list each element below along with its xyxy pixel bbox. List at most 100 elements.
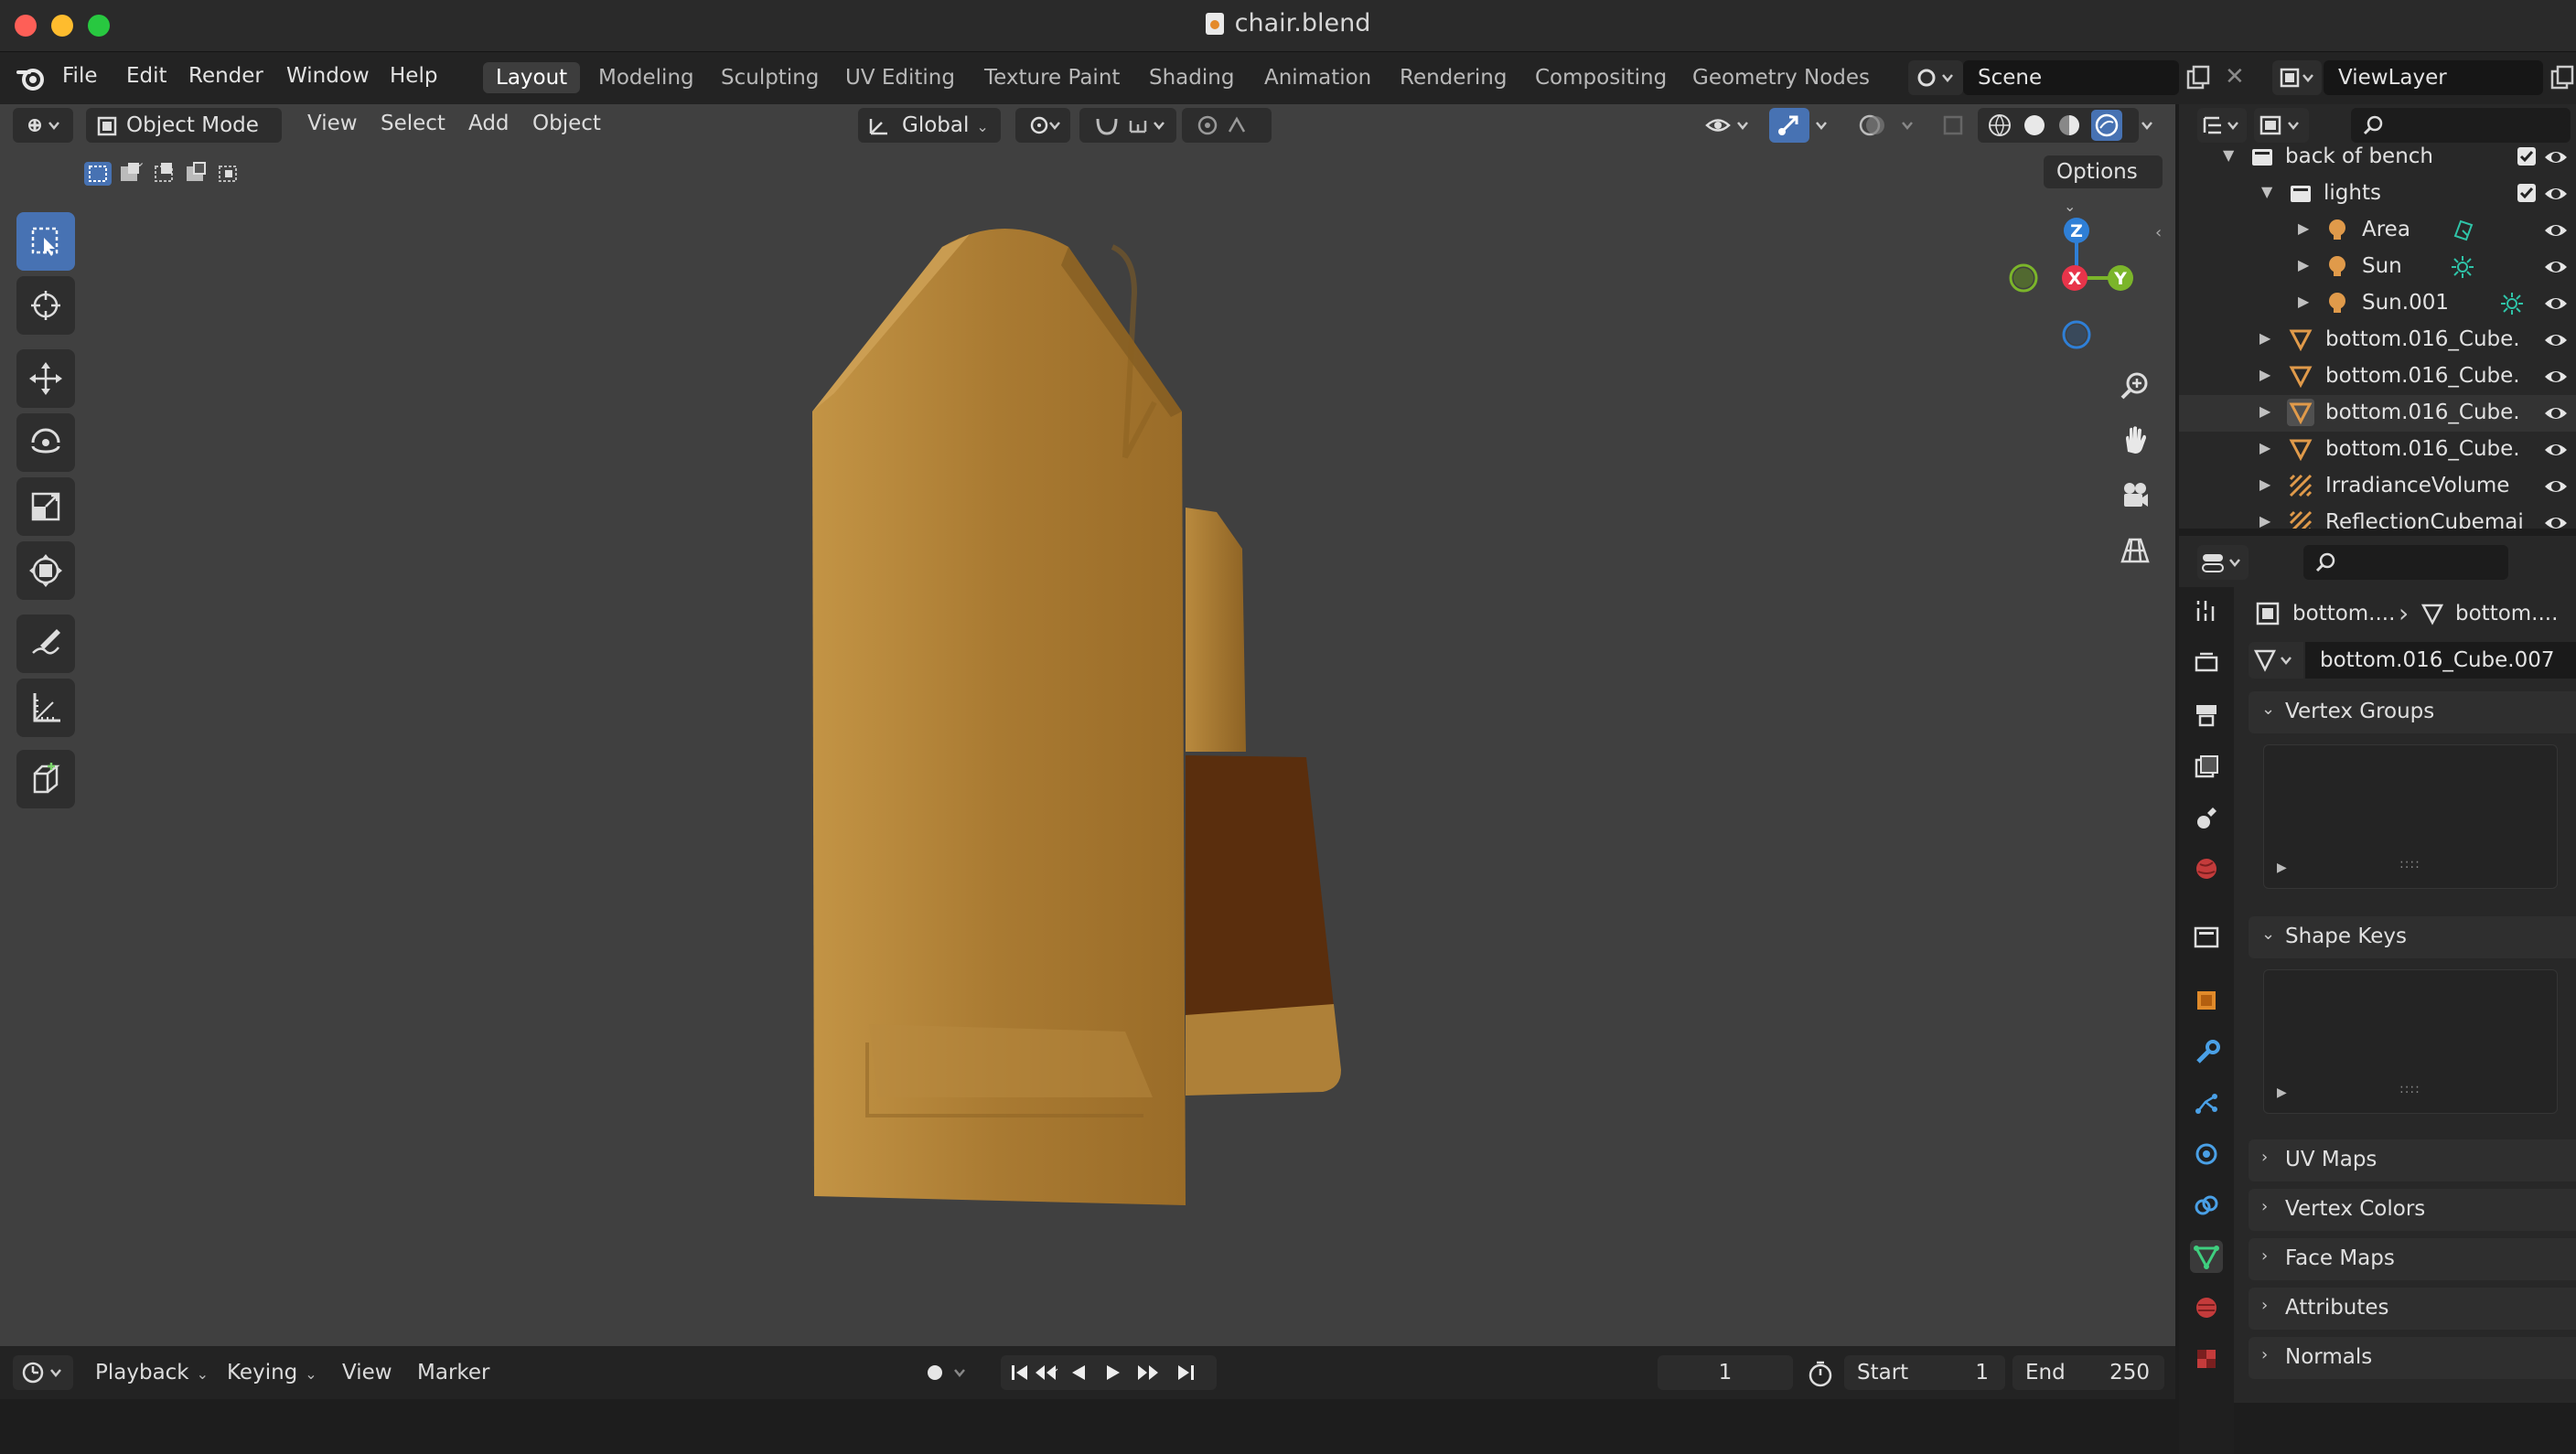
menu-window[interactable]: Window bbox=[286, 64, 370, 88]
move-tool[interactable] bbox=[16, 349, 75, 408]
xray-toggle[interactable] bbox=[1937, 108, 1970, 143]
tab-animation[interactable]: Animation bbox=[1251, 62, 1384, 93]
scale-tool[interactable] bbox=[16, 477, 75, 536]
object-mode-dropdown[interactable]: Object Mode⌄ bbox=[86, 108, 282, 170]
panel-normals[interactable]: › Normals bbox=[2249, 1337, 2576, 1379]
view-layer-browse-button[interactable] bbox=[2272, 60, 2322, 95]
visibility-eye-icon[interactable] bbox=[2543, 437, 2569, 463]
3d-viewport[interactable]: Object Mode⌄ View Select Add Object Glob… bbox=[0, 104, 2179, 1346]
menu-help[interactable]: Help bbox=[390, 64, 437, 88]
visibility-eye-icon[interactable] bbox=[2543, 291, 2569, 316]
object-tab-icon[interactable] bbox=[2190, 984, 2223, 1017]
tab-rendering[interactable]: Rendering bbox=[1387, 62, 1519, 93]
outliner-row-mesh-active[interactable]: ▶ bottom.016_Cube. bbox=[2179, 395, 2576, 432]
view-layer-tab-icon[interactable] bbox=[2190, 750, 2223, 783]
panel-attributes[interactable]: › Attributes bbox=[2249, 1288, 2576, 1330]
expand-arrow-icon[interactable]: ▶ bbox=[2277, 861, 2287, 875]
add-cube-tool[interactable] bbox=[16, 750, 75, 808]
editor-type-button[interactable] bbox=[13, 108, 73, 143]
scene-tab-icon[interactable] bbox=[2190, 801, 2223, 834]
collection-tab-icon[interactable] bbox=[2190, 920, 2223, 953]
navigation-gizmo[interactable]: Z Y X bbox=[2003, 212, 2159, 368]
pivot-point-dropdown[interactable] bbox=[1015, 108, 1070, 143]
outliner-row-light[interactable]: ▶ Area bbox=[2179, 212, 2576, 249]
panel-uv-maps[interactable]: › UV Maps bbox=[2249, 1139, 2576, 1181]
world-tab-icon[interactable] bbox=[2190, 852, 2223, 885]
visibility-eye-icon[interactable] bbox=[2543, 144, 2569, 170]
outliner-row-mesh[interactable]: ▶ bottom.016_Cube. bbox=[2179, 322, 2576, 358]
tab-compositing[interactable]: Compositing bbox=[1522, 62, 1680, 93]
expand-arrow-icon[interactable]: ▶ bbox=[2259, 366, 2270, 383]
sidebar-toggle-icon[interactable]: ‹ bbox=[2155, 223, 2162, 242]
zoom-icon[interactable] bbox=[2111, 362, 2159, 410]
timeline-menu-view[interactable]: View bbox=[342, 1361, 392, 1385]
timeline-menu-keying[interactable]: Keying ⌄ bbox=[227, 1361, 317, 1385]
outliner-row-lightprobe[interactable]: ▶ ReflectionCubemai bbox=[2179, 505, 2576, 529]
visibility-eye-icon[interactable] bbox=[2543, 327, 2569, 353]
transform-tool[interactable] bbox=[16, 541, 75, 600]
viewport-menu-view[interactable]: View bbox=[307, 112, 358, 135]
end-frame-field[interactable]: End 250 bbox=[2012, 1355, 2164, 1390]
new-scene-icon[interactable] bbox=[2184, 64, 2212, 91]
expand-arrow-icon[interactable]: ▼ bbox=[2223, 146, 2234, 164]
tab-geometry-nodes[interactable]: Geometry Nodes bbox=[1680, 62, 1883, 93]
auto-keying-toggle[interactable] bbox=[918, 1359, 975, 1386]
scene-name-field[interactable]: Scene bbox=[1963, 60, 2179, 95]
viewport-menu-object[interactable]: Object bbox=[532, 112, 601, 135]
current-frame-field[interactable]: 1 bbox=[1658, 1355, 1793, 1390]
tab-modeling[interactable]: Modeling bbox=[585, 62, 707, 93]
outliner-row-light[interactable]: ▶ Sun bbox=[2179, 249, 2576, 285]
physics-tab-icon[interactable] bbox=[2190, 1138, 2223, 1171]
proportional-editing-toggle[interactable] bbox=[1182, 108, 1272, 143]
properties-search-input[interactable] bbox=[2303, 545, 2508, 580]
visibility-eye-icon[interactable] bbox=[2543, 401, 2569, 426]
menu-file[interactable]: File bbox=[62, 64, 98, 88]
visibility-eye-icon[interactable] bbox=[2543, 474, 2569, 499]
breadcrumb-object[interactable]: bottom.... bbox=[2292, 602, 2395, 625]
tab-uv-editing[interactable]: UV Editing bbox=[832, 62, 968, 93]
annotate-tool[interactable] bbox=[16, 615, 75, 673]
resize-handle-icon[interactable]: :::: bbox=[2399, 857, 2420, 871]
mesh-browse-button[interactable] bbox=[2249, 642, 2303, 679]
timeline-editor-type-button[interactable] bbox=[13, 1355, 73, 1390]
outliner-row-collection[interactable]: ▼ back of bench bbox=[2179, 139, 2576, 176]
exclude-checkbox[interactable] bbox=[2517, 184, 2536, 202]
texture-tab-icon[interactable] bbox=[2190, 1342, 2223, 1375]
panel-vertex-colors[interactable]: › Vertex Colors bbox=[2249, 1189, 2576, 1231]
delete-scene-icon[interactable]: ✕ bbox=[2225, 63, 2245, 91]
transform-orientation-dropdown[interactable]: Global ⌄ bbox=[858, 108, 1001, 143]
mesh-data-tab-icon[interactable] bbox=[2190, 1240, 2223, 1273]
expand-arrow-icon[interactable]: ▶ bbox=[2259, 512, 2270, 529]
cursor-tool[interactable] bbox=[16, 276, 75, 335]
expand-arrow-icon[interactable]: ▼ bbox=[2261, 183, 2272, 200]
visibility-eye-icon[interactable] bbox=[2543, 364, 2569, 390]
stopwatch-icon[interactable] bbox=[1806, 1359, 1835, 1388]
snap-toggle[interactable] bbox=[1079, 108, 1176, 143]
tab-layout[interactable]: Layout bbox=[483, 62, 581, 93]
camera-view-icon[interactable] bbox=[2111, 472, 2159, 519]
perspective-toggle-icon[interactable] bbox=[2111, 527, 2159, 574]
view-layer-field[interactable]: ViewLayer bbox=[2324, 60, 2543, 95]
particles-tab-icon[interactable] bbox=[2190, 1086, 2223, 1119]
visibility-eye-icon[interactable] bbox=[2543, 181, 2569, 207]
viewport-menu-select[interactable]: Select bbox=[381, 112, 445, 135]
measure-tool[interactable] bbox=[16, 679, 75, 737]
modifier-tab-icon[interactable] bbox=[2190, 1035, 2223, 1068]
display-mode-dropdown[interactable] bbox=[2254, 108, 2309, 143]
output-tab-icon[interactable] bbox=[2190, 699, 2223, 732]
vertex-groups-list[interactable]: ▶ :::: bbox=[2263, 744, 2558, 889]
expand-arrow-icon[interactable]: ▶ bbox=[2259, 476, 2270, 493]
timeline-menu-marker[interactable]: Marker bbox=[417, 1361, 490, 1385]
render-tab-icon[interactable] bbox=[2190, 646, 2223, 679]
timeline-menu-playback[interactable]: Playback ⌄ bbox=[95, 1361, 209, 1385]
menu-render[interactable]: Render bbox=[188, 64, 263, 88]
tab-sculpting[interactable]: Sculpting bbox=[708, 62, 832, 93]
panel-vertex-groups[interactable]: ⌄ Vertex Groups bbox=[2249, 691, 2576, 733]
properties-editor-type-button[interactable] bbox=[2197, 545, 2249, 580]
blender-logo-icon[interactable] bbox=[16, 63, 46, 92]
viewport-menu-add[interactable]: Add bbox=[468, 112, 510, 135]
expand-arrow-icon[interactable]: ▶ bbox=[2259, 402, 2270, 420]
mesh-name-field[interactable]: bottom.016_Cube.007 bbox=[2305, 642, 2576, 679]
start-frame-field[interactable]: Start 1 bbox=[1844, 1355, 2005, 1390]
resize-handle-icon[interactable]: :::: bbox=[2399, 1082, 2420, 1096]
